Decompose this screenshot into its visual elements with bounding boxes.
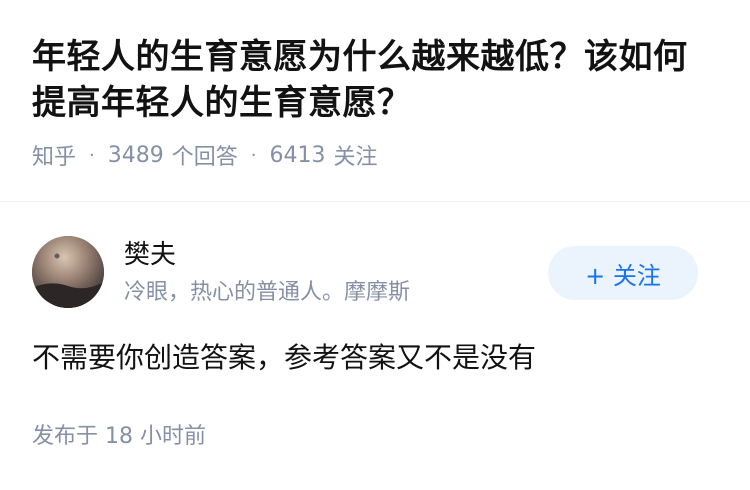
author-row: 樊夫 冷眼，热心的普通人。摩摩斯 + 关注 bbox=[32, 236, 718, 308]
question-meta: 知乎 · 3489 个回答 · 6413 关注 bbox=[32, 139, 718, 171]
separator-dot: · bbox=[89, 144, 95, 166]
separator-dot: · bbox=[250, 144, 257, 166]
follower-count: 6413 bbox=[269, 142, 326, 168]
follow-button[interactable]: + 关注 bbox=[548, 246, 698, 300]
site-name[interactable]: 知乎 bbox=[32, 139, 76, 171]
answer-content[interactable]: 不需要你创造答案，参考答案又不是没有 bbox=[32, 338, 536, 378]
follower-count-label[interactable]: 关注 bbox=[334, 139, 378, 171]
page: 年轻人的生育意愿为什么越来越低？该如何提高年轻人的生育意愿？ 知乎 · 3489… bbox=[0, 0, 750, 490]
avatar[interactable] bbox=[32, 236, 104, 308]
question-header: 年轻人的生育意愿为什么越来越低？该如何提高年轻人的生育意愿？ 知乎 · 3489… bbox=[0, 0, 750, 170]
question-title[interactable]: 年轻人的生育意愿为什么越来越低？该如何提高年轻人的生育意愿？ bbox=[32, 34, 718, 126]
avatar-image-icon bbox=[32, 236, 104, 308]
author-name[interactable]: 樊夫 bbox=[124, 238, 176, 272]
answer-count-label[interactable]: 个回答 bbox=[172, 139, 238, 171]
divider bbox=[0, 201, 750, 202]
answer-publish-time: 发布于 18 小时前 bbox=[32, 424, 206, 449]
author-bio: 冷眼，热心的普通人。摩摩斯 bbox=[124, 280, 411, 305]
answer-count: 3489 bbox=[107, 142, 164, 168]
